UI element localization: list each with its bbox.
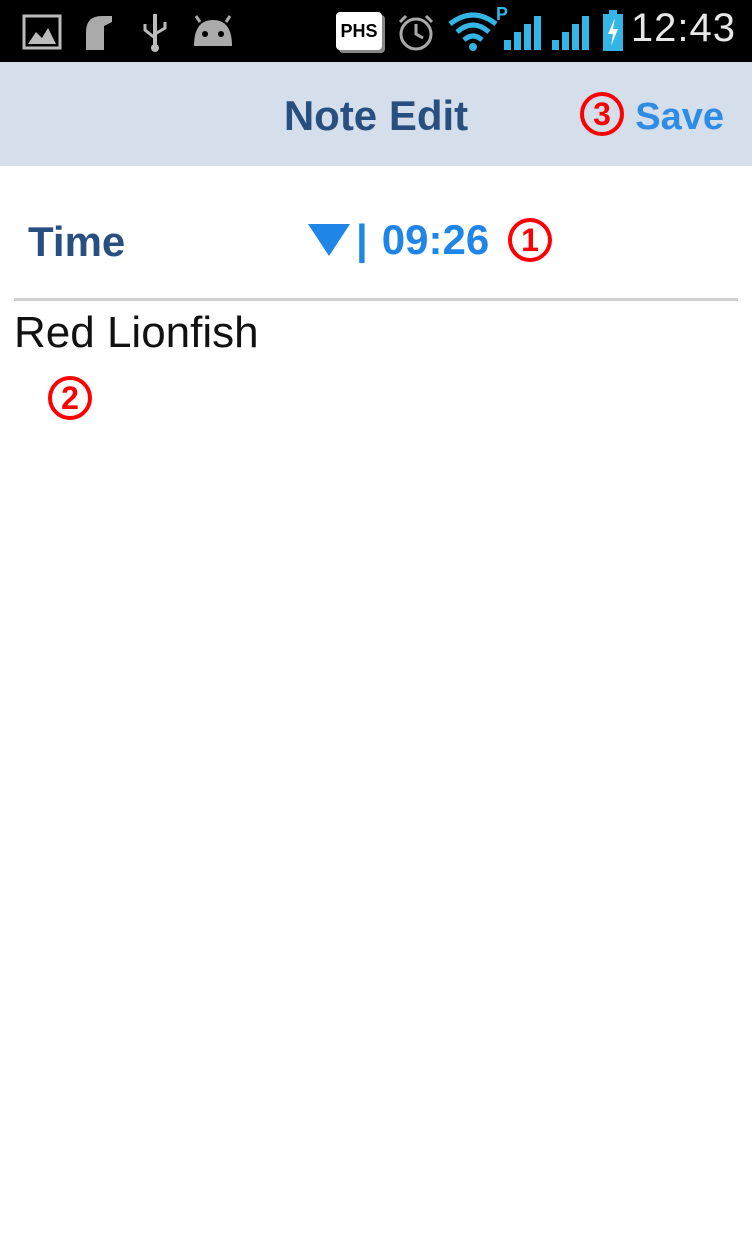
signal-icon: [552, 16, 589, 50]
note-edit-screen: PHS P 12:43 Note Edit 3 Save Time | 09:2…: [0, 0, 752, 1252]
alarm-icon: [398, 14, 434, 51]
save-button[interactable]: Save: [635, 96, 724, 139]
notification-icon: [86, 16, 112, 50]
battery-charging-icon: [603, 10, 623, 51]
time-callout-badge: 1: [508, 218, 552, 262]
action-bar: Note Edit 3 Save: [0, 62, 752, 166]
time-value: 09:26: [381, 216, 490, 263]
phs-icon: PHS: [336, 12, 382, 50]
note-text-field[interactable]: Red Lionfish: [14, 308, 259, 358]
wifi-icon: [448, 12, 498, 51]
android-icon: [194, 15, 232, 46]
time-separator: |: [356, 216, 368, 263]
time-label: Time: [28, 218, 126, 265]
status-bar: PHS P 12:43: [0, 0, 752, 62]
note-callout-badge: 2: [48, 376, 92, 420]
usb-icon: [143, 14, 167, 52]
time-picker[interactable]: | 09:26: [308, 216, 489, 264]
status-time: 12:43: [630, 6, 736, 50]
save-callout-badge: 3: [580, 92, 624, 136]
phs-label: PHS: [340, 21, 378, 41]
gallery-icon: [22, 14, 62, 50]
time-row: Time | 09:26 1: [14, 166, 738, 301]
signal-icon: [504, 16, 541, 50]
dropdown-triangle-icon: [308, 224, 350, 256]
